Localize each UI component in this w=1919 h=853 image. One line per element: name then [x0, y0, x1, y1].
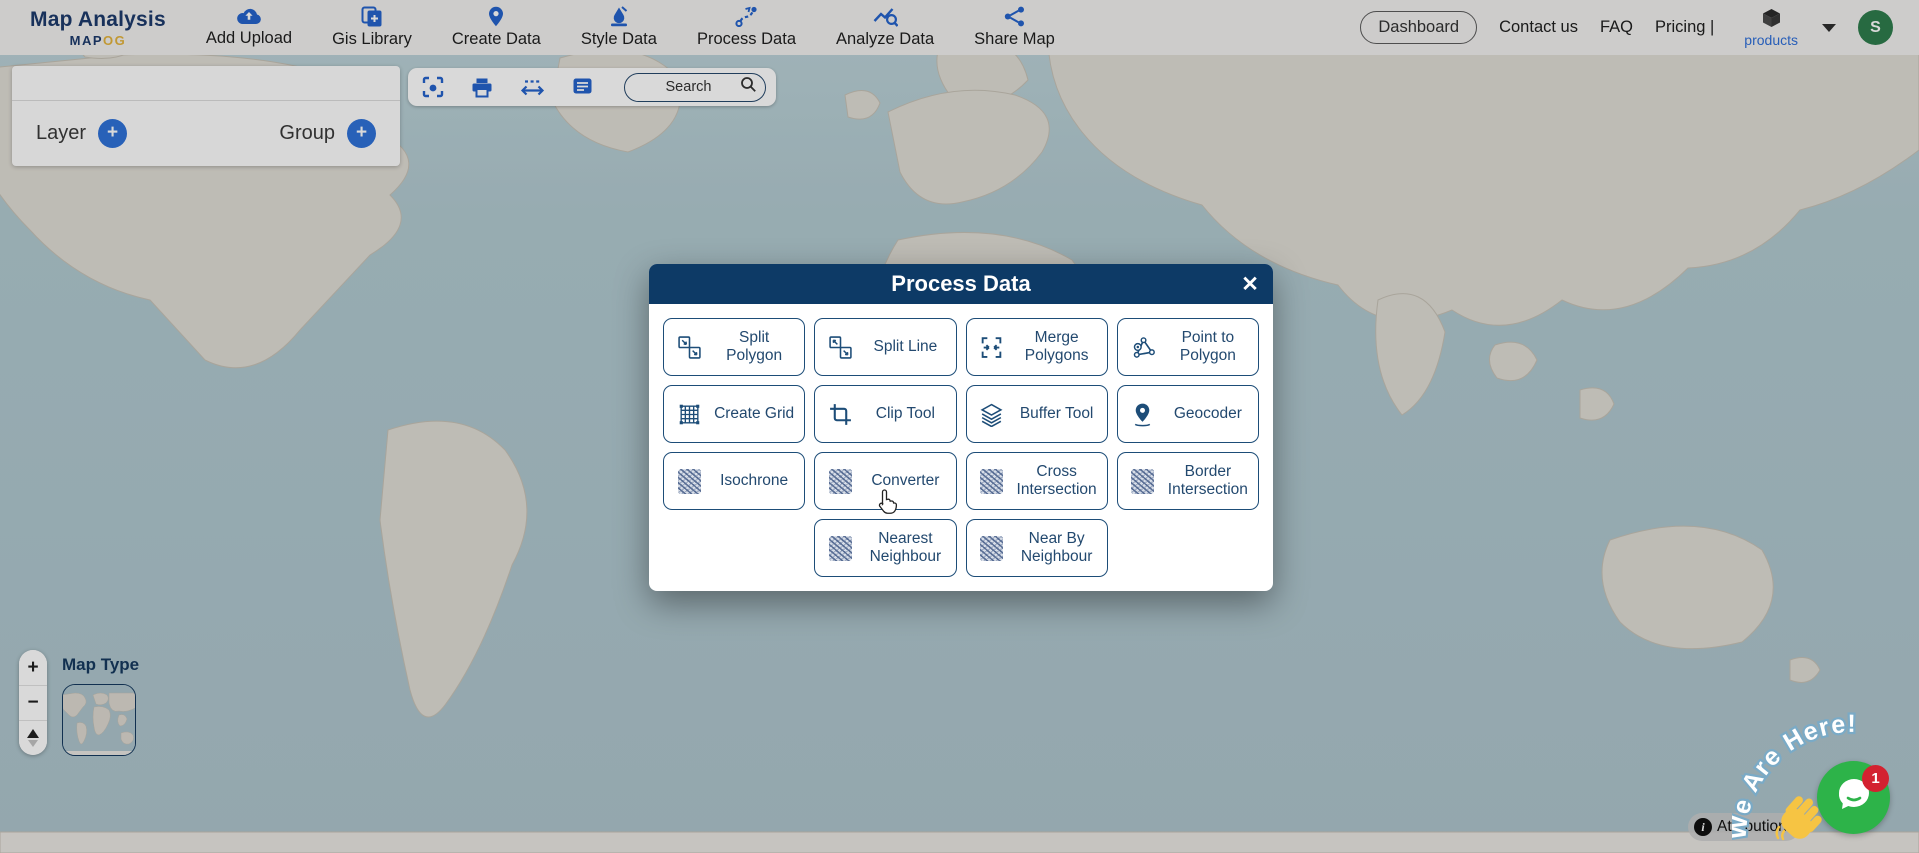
- modal-body: Split Polygon Split Line Merge Polygons …: [649, 304, 1273, 591]
- near-by-neighbour-thumb-icon: [977, 536, 1007, 561]
- merge-polygons-icon: [977, 335, 1007, 360]
- tool-label: Geocoder: [1164, 405, 1252, 423]
- geocoder-pin-icon: [1128, 402, 1158, 427]
- tool-label: Nearest Neighbour: [861, 530, 949, 566]
- tool-label: Cross Intersection: [1013, 463, 1101, 499]
- border-intersection-thumb-icon: [1128, 469, 1158, 494]
- tool-converter[interactable]: Converter: [814, 452, 956, 510]
- tool-label: Converter: [861, 472, 949, 490]
- tool-split-polygon[interactable]: Split Polygon: [663, 318, 805, 376]
- tool-buffer-tool[interactable]: Buffer Tool: [966, 385, 1108, 443]
- process-data-modal: Process Data ✕ Split Polygon Split Line: [649, 264, 1273, 591]
- point-to-polygon-icon: [1128, 335, 1158, 360]
- tool-clip-tool[interactable]: Clip Tool: [814, 385, 956, 443]
- tool-label: Border Intersection: [1164, 463, 1252, 499]
- tool-label: Isochrone: [710, 472, 798, 490]
- grid-icon: [674, 402, 704, 427]
- tool-nearest-neighbour[interactable]: Nearest Neighbour: [814, 519, 956, 577]
- tool-merge-polygons[interactable]: Merge Polygons: [966, 318, 1108, 376]
- split-line-icon: [825, 335, 855, 360]
- modal-title: Process Data: [891, 271, 1030, 297]
- converter-thumb-icon: [825, 469, 855, 494]
- tool-cross-intersection[interactable]: Cross Intersection: [966, 452, 1108, 510]
- modal-header: Process Data ✕: [649, 264, 1273, 304]
- tool-point-to-polygon[interactable]: Point to Polygon: [1117, 318, 1259, 376]
- layers-icon: [977, 402, 1007, 427]
- tool-border-intersection[interactable]: Border Intersection: [1117, 452, 1259, 510]
- tool-isochrone[interactable]: Isochrone: [663, 452, 805, 510]
- tool-label: Merge Polygons: [1013, 329, 1101, 365]
- tool-label: Buffer Tool: [1013, 405, 1101, 423]
- nearest-neighbour-thumb-icon: [825, 536, 855, 561]
- tool-grid: Split Polygon Split Line Merge Polygons …: [663, 318, 1259, 577]
- close-icon[interactable]: ✕: [1233, 264, 1267, 304]
- crop-icon: [825, 402, 855, 427]
- isochrone-thumb-icon: [674, 469, 704, 494]
- tool-label: Split Line: [861, 338, 949, 356]
- split-polygon-icon: [674, 335, 704, 360]
- tool-label: Clip Tool: [861, 405, 949, 423]
- tool-near-by-neighbour[interactable]: Near By Neighbour: [966, 519, 1108, 577]
- cross-intersection-thumb-icon: [977, 469, 1007, 494]
- tool-split-line[interactable]: Split Line: [814, 318, 956, 376]
- tool-label: Create Grid: [710, 405, 798, 423]
- tool-label: Near By Neighbour: [1013, 530, 1101, 566]
- tool-geocoder[interactable]: Geocoder: [1117, 385, 1259, 443]
- chat-unread-badge: 1: [1862, 765, 1889, 792]
- tool-label: Point to Polygon: [1164, 329, 1252, 365]
- tool-label: Split Polygon: [710, 329, 798, 365]
- tool-create-grid[interactable]: Create Grid: [663, 385, 805, 443]
